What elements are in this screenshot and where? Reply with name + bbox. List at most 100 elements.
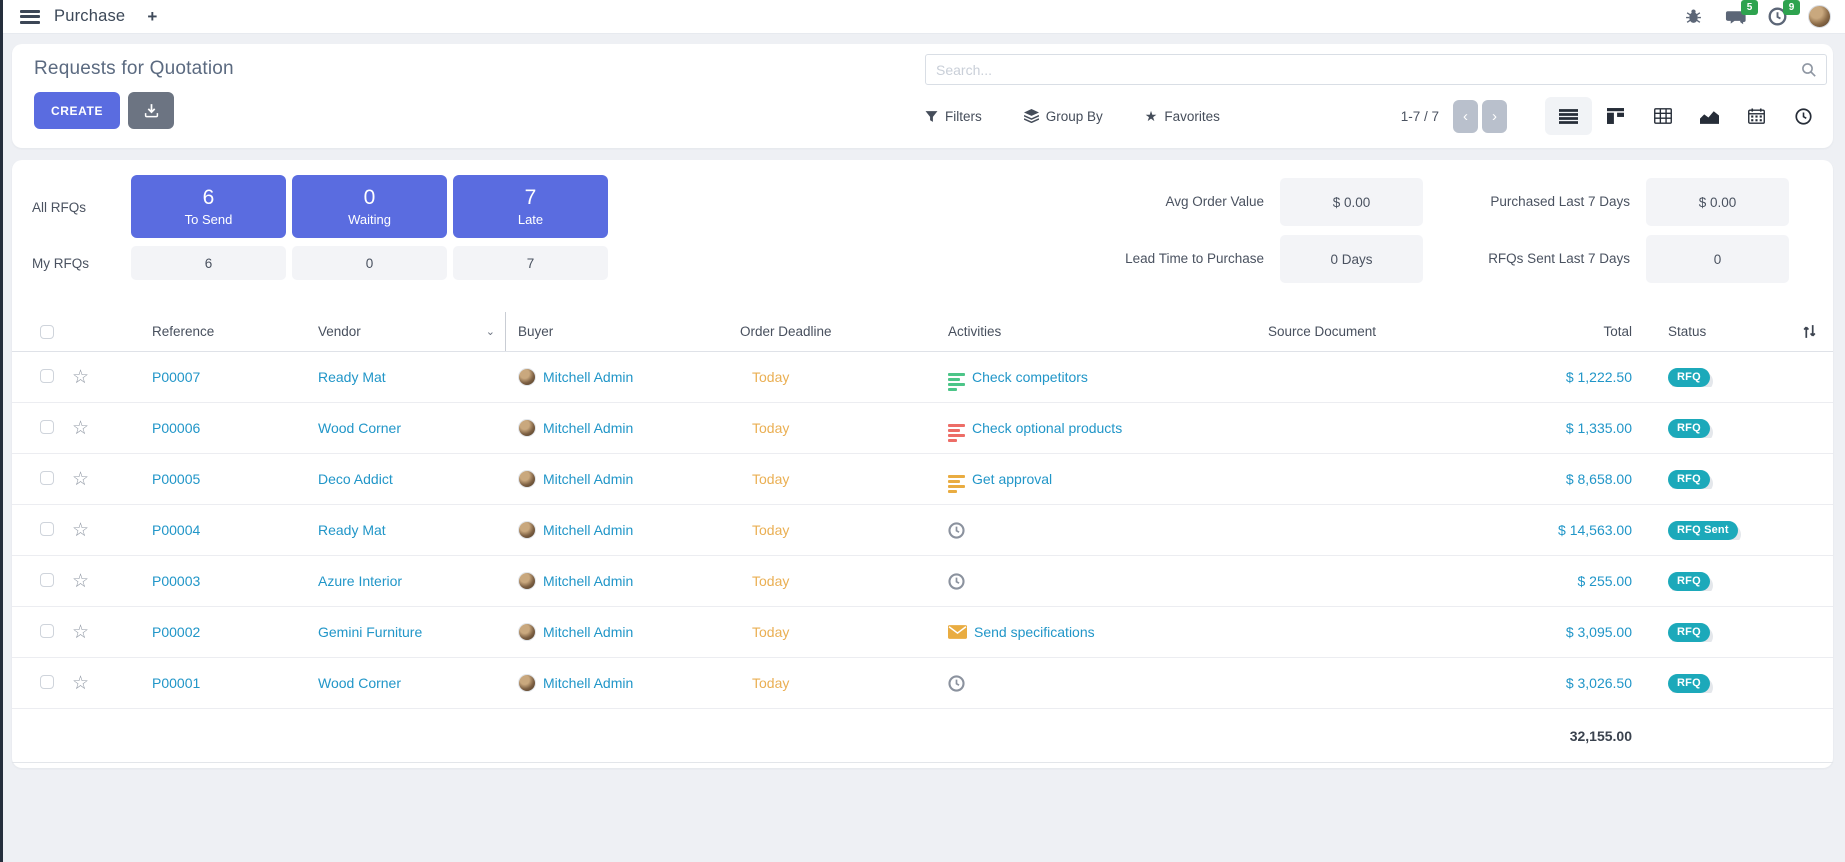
my-waiting-count[interactable]: 0 — [292, 246, 447, 280]
graph-view-button[interactable] — [1686, 97, 1733, 135]
rfq-reference-link[interactable]: P00005 — [116, 471, 306, 487]
buyer-cell[interactable]: Mitchell Admin — [506, 470, 736, 488]
activity-list-icon — [948, 424, 965, 442]
debug-bug-icon[interactable] — [1682, 6, 1704, 28]
status-badge[interactable]: RFQ — [1668, 674, 1710, 693]
total-amount: $ 3,095.00 — [1536, 624, 1656, 640]
row-checkbox[interactable] — [40, 675, 54, 689]
favorites-star-icon: ★ — [1145, 108, 1158, 125]
pager-prev-button[interactable]: ‹ — [1453, 100, 1478, 133]
favorites-button[interactable]: ★ Favorites — [1145, 108, 1220, 125]
activity-cell[interactable]: Check competitors — [936, 363, 1256, 391]
status-badge[interactable]: RFQ Sent — [1668, 521, 1738, 540]
buyer-cell[interactable]: Mitchell Admin — [506, 521, 736, 539]
activity-view-icon — [1795, 108, 1812, 125]
row-checkbox[interactable] — [40, 624, 54, 638]
activity-view-button[interactable] — [1780, 97, 1827, 135]
column-order-deadline[interactable]: Order Deadline — [736, 312, 936, 351]
column-status[interactable]: Status — [1656, 312, 1786, 351]
list-view-button[interactable] — [1545, 97, 1592, 135]
rfq-reference-link[interactable]: P00003 — [116, 573, 306, 589]
vendor-link[interactable]: Wood Corner — [306, 420, 506, 436]
kpi-to-send[interactable]: 6 To Send — [131, 175, 286, 238]
row-checkbox[interactable] — [40, 573, 54, 587]
rfq-reference-link[interactable]: P00007 — [116, 369, 306, 385]
vendor-link[interactable]: Ready Mat — [306, 369, 506, 385]
column-buyer[interactable]: Buyer — [506, 312, 736, 351]
messages-icon[interactable]: 5 — [1724, 6, 1746, 28]
table-row[interactable]: ☆ P00001 Wood Corner Mitchell Admin Toda… — [12, 658, 1833, 709]
vendor-link[interactable]: Wood Corner — [306, 675, 506, 691]
filters-button[interactable]: Filters — [925, 109, 982, 124]
row-checkbox[interactable] — [40, 420, 54, 434]
group-by-button[interactable]: Group By — [1024, 109, 1103, 124]
buyer-cell[interactable]: Mitchell Admin — [506, 623, 736, 641]
vendor-link[interactable]: Azure Interior — [306, 573, 506, 589]
search-icon[interactable] — [1792, 62, 1826, 78]
buyer-cell[interactable]: Mitchell Admin — [506, 674, 736, 692]
kpi-waiting[interactable]: 0 Waiting — [292, 175, 447, 238]
pivot-view-button[interactable] — [1639, 97, 1686, 135]
optional-columns-button[interactable] — [1786, 312, 1833, 351]
activity-envelope-icon — [948, 625, 967, 639]
search-input[interactable] — [926, 62, 1792, 78]
favorite-star-icon[interactable]: ☆ — [60, 672, 116, 695]
column-source-document[interactable]: Source Document — [1256, 312, 1536, 351]
rfq-reference-link[interactable]: P00004 — [116, 522, 306, 538]
table-row[interactable]: ☆ P00002 Gemini Furniture Mitchell Admin… — [12, 607, 1833, 658]
table-row[interactable]: ☆ P00007 Ready Mat Mitchell Admin Today … — [12, 352, 1833, 403]
favorite-star-icon[interactable]: ☆ — [60, 417, 116, 440]
column-reference[interactable]: Reference — [116, 312, 306, 351]
status-badge[interactable]: RFQ — [1668, 368, 1710, 387]
rfq-reference-link[interactable]: P00001 — [116, 675, 306, 691]
favorite-star-icon[interactable]: ☆ — [60, 366, 116, 389]
my-to-send-count[interactable]: 6 — [131, 246, 286, 280]
row-checkbox[interactable] — [40, 369, 54, 383]
column-total[interactable]: Total — [1536, 312, 1656, 351]
activity-cell[interactable] — [936, 522, 1256, 539]
row-checkbox[interactable] — [40, 522, 54, 536]
column-vendor[interactable]: Vendor ⌄ — [306, 312, 506, 351]
new-tab-button[interactable]: + — [147, 7, 157, 27]
table-row[interactable]: ☆ P00006 Wood Corner Mitchell Admin Toda… — [12, 403, 1833, 454]
create-button[interactable]: CREATE — [34, 92, 120, 129]
pager-next-button[interactable]: › — [1482, 100, 1507, 133]
activity-cell[interactable] — [936, 675, 1256, 692]
activity-cell[interactable]: Check optional products — [936, 414, 1256, 442]
favorite-star-icon[interactable]: ☆ — [60, 570, 116, 593]
table-row[interactable]: ☆ P00004 Ready Mat Mitchell Admin Today … — [12, 505, 1833, 556]
purchased-7d-value: $ 0.00 — [1646, 178, 1789, 226]
status-badge[interactable]: RFQ — [1668, 419, 1710, 438]
export-button[interactable] — [128, 92, 174, 129]
rfq-reference-link[interactable]: P00002 — [116, 624, 306, 640]
status-badge[interactable]: RFQ — [1668, 572, 1710, 591]
my-late-count[interactable]: 7 — [453, 246, 608, 280]
row-checkbox[interactable] — [40, 471, 54, 485]
kanban-view-button[interactable] — [1592, 97, 1639, 135]
calendar-view-button[interactable] — [1733, 97, 1780, 135]
kpi-late[interactable]: 7 Late — [453, 175, 608, 238]
activity-cell[interactable]: Send specifications — [936, 624, 1256, 640]
vendor-link[interactable]: Deco Addict — [306, 471, 506, 487]
favorite-star-icon[interactable]: ☆ — [60, 468, 116, 491]
rfq-reference-link[interactable]: P00006 — [116, 420, 306, 436]
buyer-cell[interactable]: Mitchell Admin — [506, 419, 736, 437]
favorite-star-icon[interactable]: ☆ — [60, 621, 116, 644]
buyer-cell[interactable]: Mitchell Admin — [506, 572, 736, 590]
select-all-checkbox[interactable] — [40, 325, 54, 339]
app-title[interactable]: Purchase — [54, 7, 125, 26]
apps-menu-icon[interactable] — [20, 10, 40, 24]
activity-cell[interactable]: Get approval — [936, 465, 1256, 493]
favorite-star-icon[interactable]: ☆ — [60, 519, 116, 542]
vendor-link[interactable]: Ready Mat — [306, 522, 506, 538]
activity-cell[interactable] — [936, 573, 1256, 590]
status-badge[interactable]: RFQ — [1668, 623, 1710, 642]
table-row[interactable]: ☆ P00003 Azure Interior Mitchell Admin T… — [12, 556, 1833, 607]
status-badge[interactable]: RFQ — [1668, 470, 1710, 489]
vendor-link[interactable]: Gemini Furniture — [306, 624, 506, 640]
buyer-cell[interactable]: Mitchell Admin — [506, 368, 736, 386]
activities-clock-icon[interactable]: 9 — [1766, 6, 1788, 28]
column-activities[interactable]: Activities — [936, 312, 1256, 351]
user-avatar[interactable] — [1808, 5, 1831, 28]
table-row[interactable]: ☆ P00005 Deco Addict Mitchell Admin Toda… — [12, 454, 1833, 505]
